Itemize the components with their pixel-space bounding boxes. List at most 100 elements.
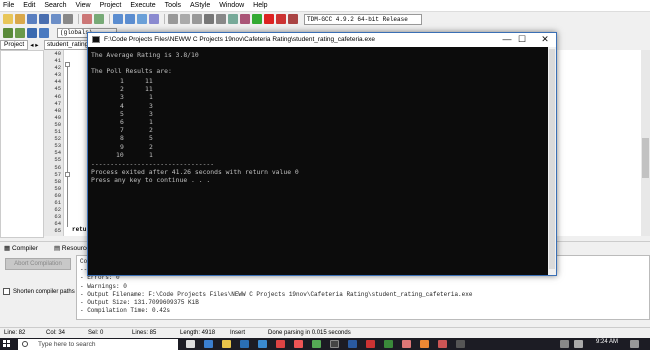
project-tree[interactable] (0, 50, 44, 238)
mail-icon[interactable] (258, 340, 267, 348)
status-message: Done parsing in 0.015 seconds (268, 330, 351, 336)
network-icon[interactable] (574, 340, 583, 348)
main-toolbar: TDM-GCC 4.9.2 64-bit Release (0, 12, 650, 26)
redo-icon[interactable] (94, 14, 104, 24)
line-number: 48 (54, 106, 61, 114)
menu-execute[interactable]: Execute (130, 2, 155, 9)
tab-project[interactable]: Project (0, 40, 29, 50)
new-project-icon[interactable] (3, 28, 13, 38)
log-line: - Compilation Time: 0.42s (80, 307, 171, 315)
continue-line: Press any key to continue . . . (91, 176, 211, 185)
file-explorer-icon[interactable] (222, 340, 231, 348)
tab-compiler[interactable]: ▦ Compiler (4, 244, 46, 252)
log-line: - Output Filename: F:\Code Projects File… (80, 290, 473, 298)
abort-compilation-button[interactable]: Abort Compilation (5, 258, 71, 270)
line-number: 53 (54, 142, 61, 150)
poll-rating: 8 (120, 134, 124, 143)
app-icon[interactable] (438, 340, 447, 348)
menu-edit[interactable]: Edit (23, 2, 35, 9)
dev-cpp-taskbar-icon[interactable] (330, 340, 339, 348)
poll-count: 5 (149, 134, 153, 143)
store-icon[interactable] (240, 340, 249, 348)
editor-scrollbar[interactable] (641, 50, 650, 236)
stop-icon[interactable] (264, 14, 274, 24)
chrome-icon[interactable] (276, 340, 285, 348)
line-number: 44 (54, 78, 61, 86)
compiler-select[interactable]: TDM-GCC 4.9.2 64-bit Release (304, 13, 422, 25)
compile-icon[interactable] (192, 14, 202, 24)
console-scrollbar[interactable] (548, 47, 556, 275)
windows-start-icon[interactable] (2, 339, 12, 349)
shorten-paths-option[interactable]: Shorten compiler paths (3, 288, 75, 295)
menu-project[interactable]: Project (100, 2, 122, 9)
menu-window[interactable]: Window (219, 2, 244, 9)
replace-icon[interactable] (125, 14, 135, 24)
goto-icon[interactable] (149, 14, 159, 24)
menu-view[interactable]: View (76, 2, 91, 9)
chart-icon[interactable] (288, 14, 298, 24)
task-view-icon[interactable] (186, 340, 195, 348)
find-next-icon[interactable] (137, 14, 147, 24)
average-rating-line: The Average Rating is 3.8/10 (91, 51, 199, 59)
console-scroll-thumb[interactable] (549, 49, 555, 269)
new-file-icon[interactable] (3, 14, 13, 24)
status-lines: Lines: 85 (132, 330, 157, 336)
class-browser-icon[interactable] (27, 28, 37, 38)
system-tray-icon[interactable] (560, 340, 569, 348)
goto-bookmark-icon[interactable] (39, 28, 49, 38)
run-icon[interactable] (204, 14, 214, 24)
notification-icon[interactable] (630, 340, 639, 348)
console-taskbar-icon[interactable] (456, 340, 465, 348)
status-mode: Insert (230, 330, 246, 336)
layout-icon[interactable] (180, 14, 190, 24)
line-number: 64 (54, 220, 61, 228)
app-icon[interactable] (366, 340, 375, 348)
menu-search[interactable]: Search (44, 2, 66, 9)
poll-rating: 9 (120, 142, 124, 151)
menu-help[interactable]: Help (253, 2, 267, 9)
close-file-icon[interactable] (51, 14, 61, 24)
taskbar-clock[interactable]: 9:24 AM (596, 339, 618, 345)
excel-icon[interactable] (384, 340, 393, 348)
app-icon[interactable] (294, 340, 303, 348)
add-to-project-icon[interactable] (15, 28, 25, 38)
panel-nav-arrows[interactable]: ◂ ▸ (28, 41, 38, 49)
find-icon[interactable] (113, 14, 123, 24)
menu-astyle[interactable]: AStyle (190, 2, 210, 9)
line-number: 50 (54, 120, 61, 128)
compile-run-icon[interactable] (216, 14, 226, 24)
poll-rating: 5 (120, 109, 124, 118)
shorten-paths-checkbox[interactable] (3, 288, 10, 295)
menu-file[interactable]: File (3, 2, 14, 9)
profile-icon[interactable] (276, 14, 286, 24)
undo-icon[interactable] (82, 14, 92, 24)
exit-line: Process exited after 41.26 seconds with … (91, 168, 299, 177)
status-col: Col: 34 (46, 330, 66, 336)
save-icon[interactable] (27, 14, 37, 24)
line-number: 59 (54, 184, 61, 192)
app-icon[interactable] (420, 340, 429, 348)
menu-tools[interactable]: Tools (165, 2, 181, 9)
poll-rating: 7 (120, 126, 124, 135)
scroll-thumb[interactable] (642, 138, 649, 178)
line-number: 47 (54, 99, 61, 107)
check-icon[interactable] (252, 14, 262, 24)
app-icon[interactable] (402, 340, 411, 348)
close-button[interactable]: ✕ (533, 34, 557, 45)
word-icon[interactable] (348, 340, 357, 348)
app-icon[interactable] (312, 340, 321, 348)
print-icon[interactable] (63, 14, 73, 24)
debug-icon[interactable] (240, 14, 250, 24)
console-header-text: The Average Rating is 3.8/10 The Poll Re… (91, 51, 199, 76)
taskbar-search-input[interactable]: Type here to search (18, 339, 178, 350)
open-folder-icon[interactable] (15, 14, 25, 24)
project-tabs: Project ◂ ▸ (0, 40, 50, 50)
save-all-icon[interactable] (39, 14, 49, 24)
grid-view-icon[interactable] (168, 14, 178, 24)
rebuild-icon[interactable] (228, 14, 238, 24)
status-sel: Sel: 0 (88, 330, 104, 336)
maximize-button[interactable]: ☐ (510, 34, 534, 45)
edge-browser-icon[interactable] (204, 340, 213, 348)
status-line: Line: 82 (4, 330, 26, 336)
console-title: F:\Code Projects Files\NEWW C Projects 1… (104, 36, 375, 43)
